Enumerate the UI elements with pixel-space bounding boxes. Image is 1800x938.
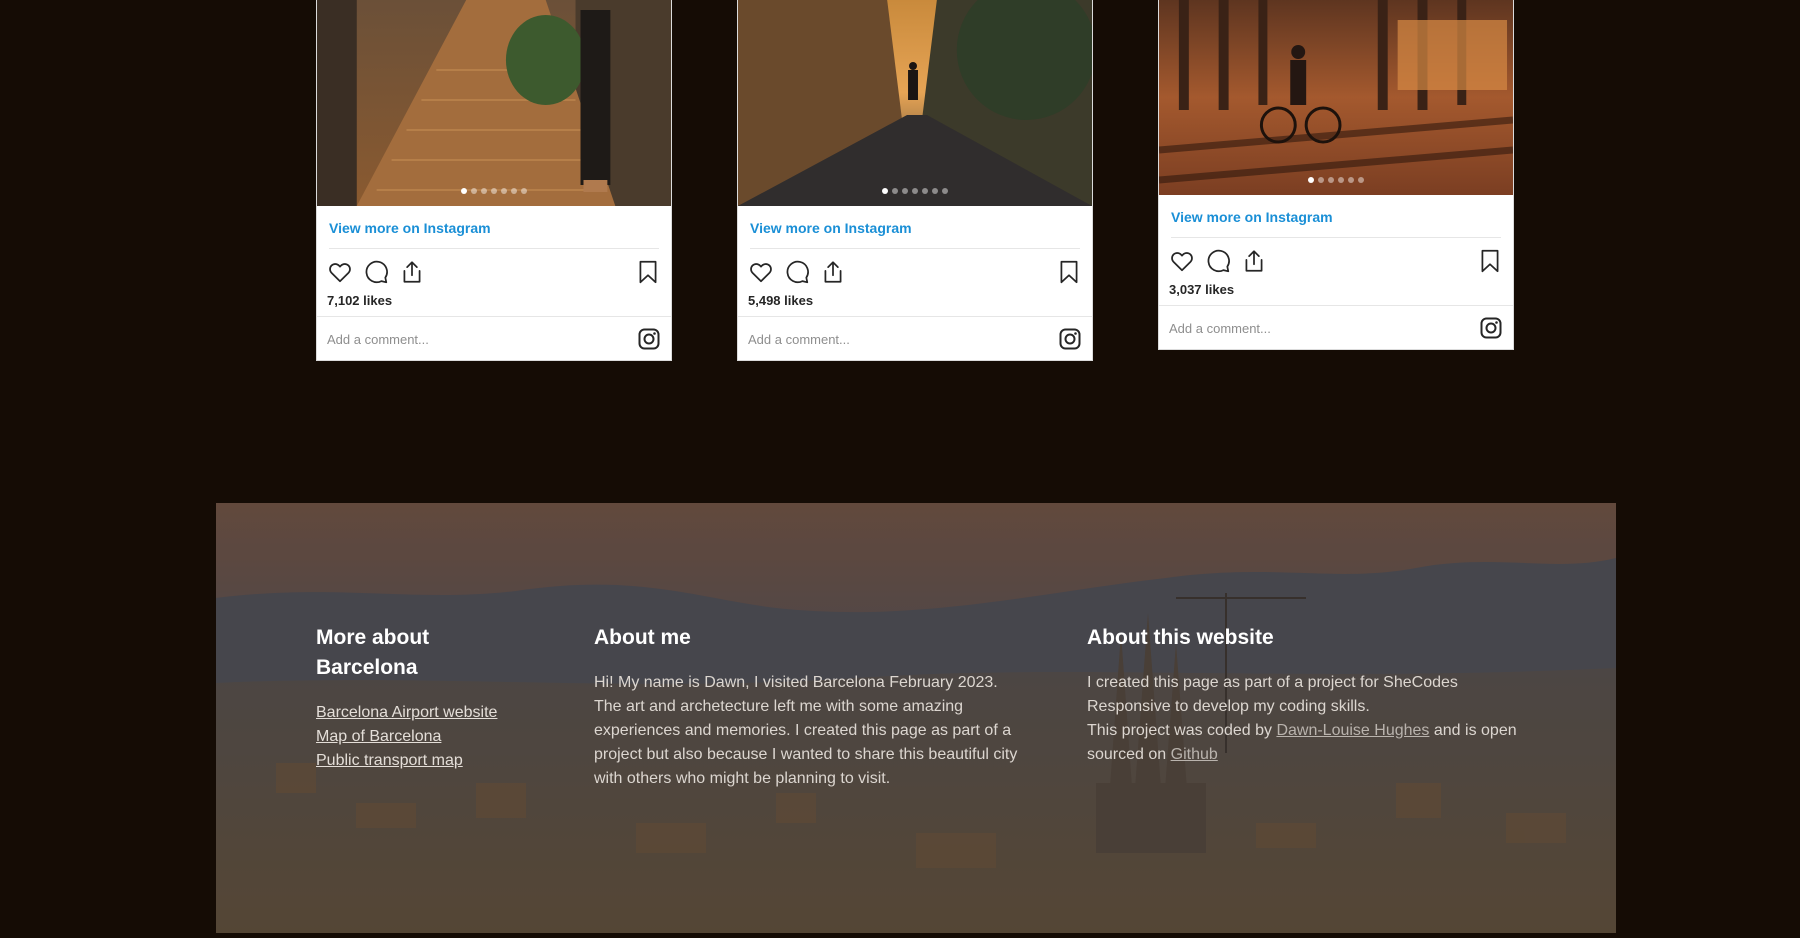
bookmark-icon[interactable] bbox=[1477, 248, 1503, 274]
carousel-dot[interactable] bbox=[892, 188, 898, 194]
carousel-dot[interactable] bbox=[1348, 177, 1354, 183]
carousel-dots[interactable] bbox=[317, 188, 671, 194]
instagram-card-1: View more on Instagram 7,102 likes Add a… bbox=[316, 0, 672, 361]
instagram-icon[interactable] bbox=[637, 327, 661, 351]
view-more-on-instagram-link[interactable]: View more on Instagram bbox=[329, 206, 659, 249]
carousel-dot[interactable] bbox=[1328, 177, 1334, 183]
heart-icon[interactable] bbox=[327, 259, 353, 285]
carousel-dot[interactable] bbox=[491, 188, 497, 194]
bookmark-icon[interactable] bbox=[1056, 259, 1082, 285]
post-actions bbox=[317, 249, 671, 289]
carousel-dot[interactable] bbox=[882, 188, 888, 194]
photo-cyclist-plaza bbox=[1159, 0, 1513, 195]
about-site-heading: About this website bbox=[1087, 626, 1274, 649]
map-of-barcelona-link[interactable]: Map of Barcelona bbox=[316, 725, 536, 749]
carousel-dot[interactable] bbox=[902, 188, 908, 194]
share-icon[interactable] bbox=[399, 259, 425, 285]
carousel-dot[interactable] bbox=[511, 188, 517, 194]
carousel-dot[interactable] bbox=[1358, 177, 1364, 183]
github-link[interactable]: Github bbox=[1171, 746, 1218, 763]
comment-placeholder[interactable]: Add a comment... bbox=[327, 332, 429, 347]
barcelona-links: Barcelona Airport website Map of Barcelo… bbox=[316, 701, 536, 773]
carousel-dot[interactable] bbox=[912, 188, 918, 194]
carousel-dot[interactable] bbox=[471, 188, 477, 194]
view-more-on-instagram-link[interactable]: View more on Instagram bbox=[750, 206, 1080, 249]
comment-icon[interactable] bbox=[784, 259, 810, 285]
carousel-dots[interactable] bbox=[1159, 177, 1513, 183]
carousel-dot[interactable] bbox=[501, 188, 507, 194]
comment-placeholder[interactable]: Add a comment... bbox=[1169, 321, 1271, 336]
more-about-heading: More about Barcelona bbox=[316, 626, 430, 679]
instagram-photo[interactable] bbox=[738, 0, 1092, 206]
instagram-photo[interactable] bbox=[1159, 0, 1513, 195]
instagram-photo[interactable] bbox=[317, 0, 671, 206]
photo-rainy-street bbox=[317, 0, 671, 206]
comment-placeholder[interactable]: Add a comment... bbox=[748, 332, 850, 347]
footer-more-about: More about Barcelona Barcelona Airport w… bbox=[316, 623, 536, 773]
about-me-heading: About me bbox=[594, 626, 691, 649]
comment-row[interactable]: Add a comment... bbox=[738, 316, 1092, 360]
bookmark-icon[interactable] bbox=[635, 259, 661, 285]
airport-website-link[interactable]: Barcelona Airport website bbox=[316, 701, 536, 725]
share-icon[interactable] bbox=[820, 259, 846, 285]
carousel-dots[interactable] bbox=[738, 188, 1092, 194]
public-transport-map-link[interactable]: Public transport map bbox=[316, 749, 536, 773]
carousel-dot[interactable] bbox=[1318, 177, 1324, 183]
heart-icon[interactable] bbox=[748, 259, 774, 285]
photo-sunset-street bbox=[738, 0, 1092, 206]
carousel-dot[interactable] bbox=[461, 188, 467, 194]
about-me-text: Hi! My name is Dawn, I visited Barcelona… bbox=[594, 674, 1018, 787]
carousel-dot[interactable] bbox=[932, 188, 938, 194]
heart-icon[interactable] bbox=[1169, 248, 1195, 274]
share-icon[interactable] bbox=[1241, 248, 1267, 274]
instagram-card-2: View more on Instagram 5,498 likes Add a… bbox=[737, 0, 1093, 361]
like-count: 7,102 likes bbox=[327, 293, 393, 308]
about-site-line2-prefix: This project was coded by bbox=[1087, 722, 1272, 739]
about-site-line1: I created this page as part of a project… bbox=[1087, 674, 1458, 715]
footer: More about Barcelona Barcelona Airport w… bbox=[216, 503, 1616, 933]
carousel-dot[interactable] bbox=[1308, 177, 1314, 183]
view-more-on-instagram-link[interactable]: View more on Instagram bbox=[1171, 195, 1501, 238]
carousel-dot[interactable] bbox=[1338, 177, 1344, 183]
carousel-dot[interactable] bbox=[521, 188, 527, 194]
instagram-icon[interactable] bbox=[1479, 316, 1503, 340]
about-site-text: I created this page as part of a project… bbox=[1087, 671, 1527, 767]
instagram-card-3: View more on Instagram 3,037 likes Add a… bbox=[1158, 0, 1514, 350]
author-link[interactable]: Dawn-Louise Hughes bbox=[1276, 722, 1429, 739]
comment-icon[interactable] bbox=[1205, 248, 1231, 274]
post-actions bbox=[738, 249, 1092, 289]
instagram-icon[interactable] bbox=[1058, 327, 1082, 351]
comment-icon[interactable] bbox=[363, 259, 389, 285]
like-count: 3,037 likes bbox=[1169, 282, 1235, 297]
carousel-dot[interactable] bbox=[942, 188, 948, 194]
comment-row[interactable]: Add a comment... bbox=[1159, 305, 1513, 349]
footer-about-me: About me Hi! My name is Dawn, I visited … bbox=[594, 623, 1019, 791]
comment-row[interactable]: Add a comment... bbox=[317, 316, 671, 360]
carousel-dot[interactable] bbox=[922, 188, 928, 194]
like-count: 5,498 likes bbox=[748, 293, 814, 308]
post-actions bbox=[1159, 238, 1513, 278]
footer-about-site: About this website I created this page a… bbox=[1087, 623, 1527, 767]
carousel-dot[interactable] bbox=[481, 188, 487, 194]
